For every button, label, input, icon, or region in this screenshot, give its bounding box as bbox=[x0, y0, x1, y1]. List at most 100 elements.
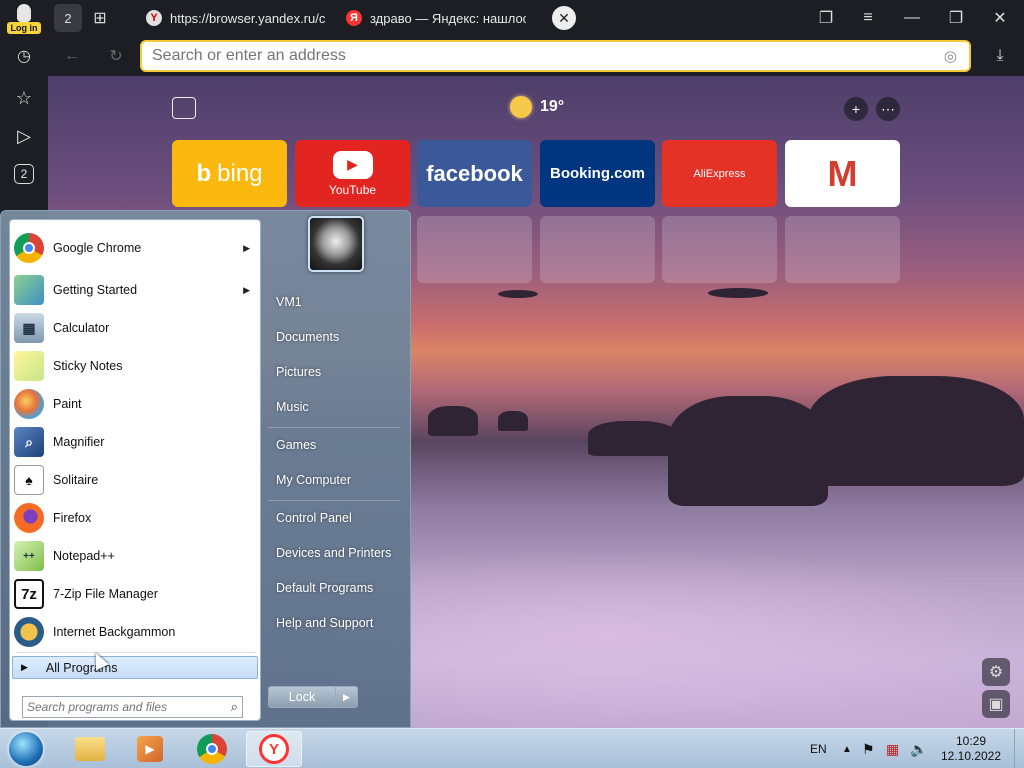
settings-gear-icon[interactable]: ⚙ bbox=[982, 658, 1010, 686]
start-search-input[interactable] bbox=[27, 700, 217, 714]
yandex-search-favicon: Я bbox=[346, 10, 362, 26]
tile-empty[interactable] bbox=[662, 216, 777, 283]
paint-icon bbox=[14, 389, 44, 419]
tile-bing[interactable]: b bing bbox=[172, 140, 287, 207]
language-indicator[interactable]: EN bbox=[810, 729, 827, 768]
notepad-plus-icon: ++ bbox=[14, 541, 44, 571]
app-notepad-plus-plus[interactable]: ++ Notepad++ bbox=[14, 538, 258, 574]
tab-title: https://browser.yandex.ru/c bbox=[170, 10, 326, 26]
camera-search-icon[interactable]: ◎ bbox=[944, 47, 957, 65]
login-button[interactable]: Log in bbox=[6, 2, 42, 34]
start-button[interactable] bbox=[6, 731, 46, 767]
divider bbox=[16, 652, 256, 653]
restore-icon[interactable]: ❐ bbox=[944, 6, 968, 30]
link-music[interactable]: Music bbox=[276, 400, 309, 414]
start-search-box[interactable]: ⌕ bbox=[22, 696, 243, 718]
folder-icon bbox=[75, 737, 105, 761]
menu-icon[interactable]: ≡ bbox=[856, 6, 880, 30]
minimize-icon[interactable]: — bbox=[900, 6, 924, 30]
link-documents[interactable]: Documents bbox=[276, 330, 339, 344]
action-center-icon[interactable]: ⚑ bbox=[862, 729, 875, 768]
network-icon[interactable]: ▦ bbox=[886, 729, 899, 768]
cloud-silhouette bbox=[708, 288, 768, 298]
link-vm1[interactable]: VM1 bbox=[276, 295, 302, 309]
app-solitaire[interactable]: ♠ Solitaire bbox=[14, 462, 258, 498]
lock-label: Lock bbox=[288, 690, 316, 704]
gmail-logo-icon: M bbox=[827, 152, 858, 194]
all-programs-button[interactable]: ▶ All Programs bbox=[12, 656, 258, 679]
tile-empty[interactable] bbox=[417, 216, 532, 283]
back-icon[interactable]: ← bbox=[60, 44, 84, 68]
tab-yandex-browser[interactable]: Y https://browser.yandex.ru/c bbox=[146, 4, 326, 32]
link-pictures[interactable]: Pictures bbox=[276, 365, 321, 379]
show-hidden-icons-icon[interactable]: ▲ bbox=[842, 729, 852, 768]
getting-started-icon bbox=[14, 275, 44, 305]
tile-empty[interactable] bbox=[785, 216, 900, 283]
more-icon[interactable]: ⋯ bbox=[876, 97, 900, 121]
tab-yandex-search[interactable]: Я здраво — Яндекс: нашлос bbox=[346, 4, 526, 32]
tab-groups-button[interactable]: 2 bbox=[54, 4, 82, 32]
app-firefox[interactable]: Firefox bbox=[14, 500, 258, 536]
clock[interactable]: 10:29 12.10.2022 bbox=[936, 729, 1006, 768]
chrome-icon bbox=[197, 734, 227, 764]
app-7zip[interactable]: 7z 7-Zip File Manager bbox=[14, 576, 258, 612]
favorites-star-icon[interactable]: ☆ bbox=[12, 86, 36, 110]
tile-facebook[interactable]: facebook bbox=[417, 140, 532, 207]
divider bbox=[268, 427, 400, 428]
show-desktop-button[interactable] bbox=[1014, 729, 1024, 768]
close-window-icon[interactable]: ✕ bbox=[988, 6, 1012, 30]
app-internet-backgammon[interactable]: Internet Backgammon bbox=[14, 614, 258, 650]
app-magnifier[interactable]: ⌕ Magnifier bbox=[14, 424, 258, 460]
tile-aliexpress[interactable]: AliExpress bbox=[662, 140, 777, 207]
app-label: Magnifier bbox=[53, 435, 105, 449]
close-tab-icon[interactable]: ✕ bbox=[552, 6, 576, 30]
tile-gmail[interactable]: M bbox=[785, 140, 900, 207]
add-tile-icon[interactable]: + bbox=[844, 97, 868, 121]
address-bar[interactable]: ◎ bbox=[140, 40, 971, 72]
app-label: Sticky Notes bbox=[53, 359, 123, 373]
weather-widget[interactable]: 19° bbox=[510, 96, 564, 118]
app-label: Internet Backgammon bbox=[53, 625, 176, 639]
user-picture[interactable] bbox=[308, 216, 364, 272]
app-sticky-notes[interactable]: Sticky Notes bbox=[14, 348, 258, 384]
app-label: Google Chrome bbox=[53, 241, 142, 255]
submenu-arrow-icon: ▶ bbox=[243, 284, 250, 295]
magnifier-icon: ⌕ bbox=[14, 427, 44, 457]
windows-orb-icon bbox=[9, 732, 43, 766]
app-calculator[interactable]: ▦ Calculator bbox=[14, 310, 258, 346]
sidebar-badge[interactable]: 2 bbox=[14, 164, 34, 184]
link-default-programs[interactable]: Default Programs bbox=[276, 581, 373, 595]
temperature: 19° bbox=[540, 98, 565, 115]
address-input[interactable] bbox=[152, 47, 912, 65]
app-label: Calculator bbox=[53, 321, 110, 335]
link-help-and-support[interactable]: Help and Support bbox=[276, 616, 373, 630]
history-icon[interactable]: ◷ bbox=[12, 44, 36, 68]
search-icon[interactable]: ⌕ bbox=[231, 699, 238, 715]
collections-icon[interactable]: ❐ bbox=[814, 6, 838, 30]
background-image-icon[interactable]: ▣ bbox=[982, 690, 1010, 718]
new-tab-icon[interactable]: ⊞ bbox=[88, 6, 112, 30]
tile-youtube[interactable]: ▶ YouTube bbox=[295, 140, 410, 207]
tile-label: Booking.com bbox=[549, 165, 645, 182]
play-icon[interactable]: ▷ bbox=[12, 124, 36, 148]
link-devices-and-printers[interactable]: Devices and Printers bbox=[276, 546, 391, 560]
volume-icon[interactable]: 🔈 bbox=[910, 729, 927, 768]
app-google-chrome[interactable]: Google Chrome ▶ bbox=[14, 230, 258, 266]
link-control-panel[interactable]: Control Panel bbox=[276, 511, 352, 525]
tile-booking[interactable]: Booking.com bbox=[540, 140, 655, 207]
app-getting-started[interactable]: Getting Started ▶ bbox=[14, 272, 258, 308]
login-label: Log in bbox=[7, 22, 41, 34]
taskbar-chrome[interactable] bbox=[184, 731, 240, 767]
shutdown-options-arrow-icon[interactable]: ▶ bbox=[335, 687, 357, 707]
lock-button[interactable]: Lock ▶ bbox=[268, 686, 358, 708]
tab-sidebar-icon[interactable] bbox=[172, 97, 196, 119]
link-my-computer[interactable]: My Computer bbox=[276, 473, 351, 487]
downloads-icon[interactable]: ⤓ bbox=[988, 44, 1012, 68]
taskbar-explorer[interactable] bbox=[62, 731, 118, 767]
reload-icon[interactable]: ↻ bbox=[104, 44, 128, 68]
taskbar-yandex-browser[interactable]: Y bbox=[246, 731, 302, 767]
link-games[interactable]: Games bbox=[276, 438, 316, 452]
app-paint[interactable]: Paint bbox=[14, 386, 258, 422]
taskbar-media-player[interactable]: ▶ bbox=[122, 731, 178, 767]
tile-empty[interactable] bbox=[540, 216, 655, 283]
